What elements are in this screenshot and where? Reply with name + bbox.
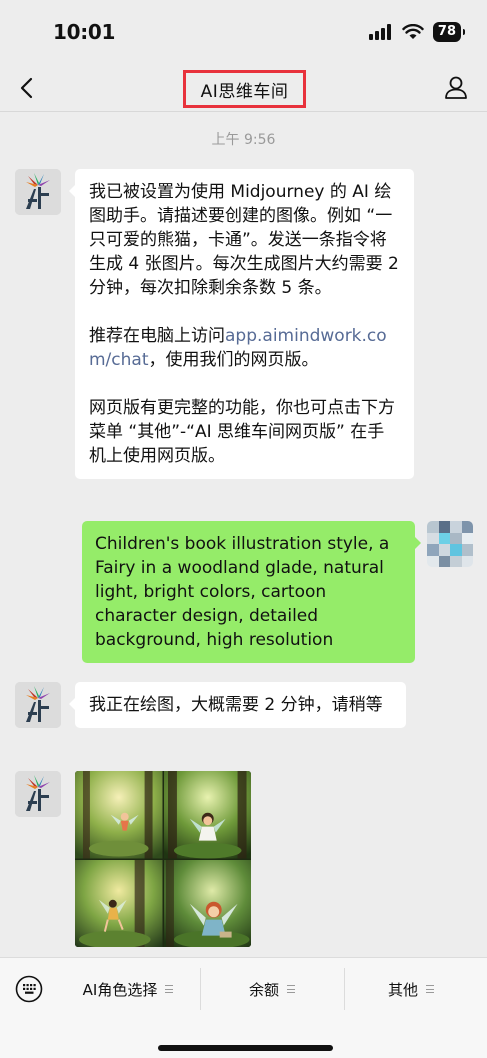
user-message-bubble[interactable]: Children's book illustration style, a Fa… — [82, 521, 421, 663]
bot-message-bubble[interactable]: 我正在绘图，大概需要 2 分钟，请稍等 — [69, 682, 406, 728]
chat-title: AI思维车间 — [183, 70, 306, 108]
menu-label: AI角色选择 — [82, 980, 158, 999]
menu-lines-icon — [165, 985, 174, 993]
status-bar: 10:01 78 — [0, 0, 487, 62]
menu-label: 其他 — [387, 980, 418, 999]
message-text: 我正在绘图，大概需要 2 分钟，请稍等 — [89, 695, 383, 715]
message-paragraph: 我已被设置为使用 Midjourney 的 AI 绘图助手。请描述要创建的图像。… — [89, 182, 399, 298]
generated-image-grid[interactable] — [75, 771, 251, 947]
message-text: ，使用我们的网页版。 — [148, 350, 319, 370]
menu-divider — [200, 968, 201, 1010]
bot-logo-icon — [15, 682, 61, 728]
nav-bar: AI思维车间 — [0, 62, 487, 112]
message-text: 推荐在电脑上访问 — [89, 326, 225, 346]
user-avatar[interactable] — [427, 521, 473, 567]
status-time: 10:01 — [53, 20, 116, 44]
generated-image-tile[interactable] — [75, 859, 163, 947]
menu-other[interactable]: 其他 — [346, 966, 476, 1012]
bot-avatar[interactable] — [15, 771, 61, 817]
status-icons: 78 — [368, 22, 466, 42]
menu-label: 余额 — [248, 980, 279, 999]
bottom-menu-bar: AI角色选择 余额 其他 — [0, 957, 487, 1058]
menu-balance[interactable]: 余额 — [202, 966, 342, 1012]
bot-message-bubble[interactable]: 我已被设置为使用 Midjourney 的 AI 绘图助手。请描述要创建的图像。… — [69, 169, 414, 479]
home-indicator[interactable] — [158, 1045, 333, 1051]
keyboard-icon[interactable] — [15, 975, 43, 1003]
bot-avatar[interactable] — [15, 682, 61, 728]
wifi-icon — [402, 24, 424, 39]
generated-image-tile[interactable] — [75, 771, 163, 859]
profile-icon[interactable] — [443, 74, 469, 100]
generated-image-tile[interactable] — [163, 771, 251, 859]
message-timestamp: 上午 9:56 — [211, 132, 276, 148]
generated-image-tile[interactable] — [163, 859, 251, 947]
bot-avatar[interactable] — [15, 169, 61, 215]
signal-icon — [368, 24, 391, 40]
message-text: Children's book illustration style, a Fa… — [95, 534, 390, 650]
menu-divider — [344, 968, 345, 1010]
message-paragraph: 网页版有更完整的功能，你也可点击下方菜单 “其他”-“AI 思维车间网页版” 在… — [89, 398, 395, 466]
bot-logo-icon — [15, 771, 61, 817]
bot-logo-icon — [15, 169, 61, 215]
nav-divider — [0, 111, 487, 112]
menu-ai-role-select[interactable]: AI角色选择 — [58, 966, 198, 1012]
menu-lines-icon — [287, 985, 295, 993]
menu-lines-icon — [426, 985, 434, 993]
battery-indicator: 78 — [432, 22, 466, 42]
chat-title-text: AI思维车间 — [200, 81, 289, 102]
back-icon[interactable] — [16, 76, 38, 100]
message-paragraph: 推荐在电脑上访问app.aimindwork.com/chat，使用我们的网页版… — [89, 324, 400, 372]
